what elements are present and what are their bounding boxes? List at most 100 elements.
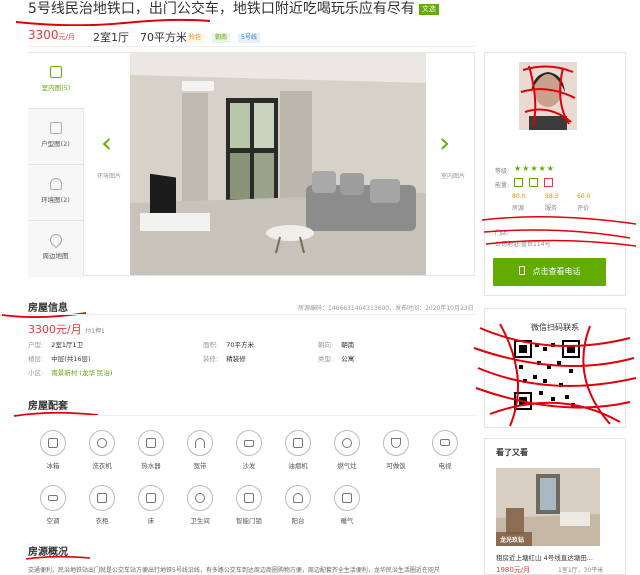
red-scribble-mark <box>481 216 637 247</box>
tv-icon <box>432 430 458 456</box>
show-phone-label: 点击查看电话 <box>532 267 581 276</box>
info-row: 类型: 公寓 <box>318 353 354 363</box>
stat-value: 98.3 <box>545 193 559 200</box>
facility-label: 床 <box>147 517 155 525</box>
tab-label: 户型图(2) <box>41 140 70 148</box>
tab-environment-photos[interactable]: 环境图(2) <box>28 165 84 221</box>
feature-tag: 5号线 <box>238 33 260 43</box>
badge-icon <box>514 178 523 187</box>
rent-price: 3300元/月 <box>28 28 75 42</box>
tab-label: 周边地图 <box>42 252 69 260</box>
radiator-icon <box>334 485 360 511</box>
wifi-icon <box>187 430 213 456</box>
community-row: 小区: 南景新村 (龙华 民治) <box>28 367 112 377</box>
facility-cooking: 可做饭 <box>378 430 414 470</box>
show-phone-button[interactable]: 点击查看电话 <box>493 258 606 286</box>
info-value: 中层(共16层) <box>51 355 91 363</box>
prev-photo-arrow-icon[interactable]: ‹ <box>101 126 112 159</box>
also-viewed-title: 看了又看 <box>496 448 528 457</box>
facility-balcony: 阳台 <box>280 485 316 525</box>
facility-label: 燃气灶 <box>337 462 357 470</box>
drops-icon <box>49 178 62 190</box>
facility-smart-lock: 智能门锁 <box>231 485 267 525</box>
plant-icon <box>285 485 311 511</box>
rent-price-unit: 元/月 <box>58 33 75 41</box>
main-room-photo[interactable] <box>130 53 426 275</box>
wardrobe-icon <box>89 485 115 511</box>
rent-price-value: 3300 <box>28 28 59 42</box>
tab-nearby-map[interactable]: 周边地图 <box>28 221 84 277</box>
facility-label: 冰箱 <box>46 462 60 470</box>
also-viewed-badge: 龙光玖钻 <box>500 537 525 544</box>
facility-label: 洗衣机 <box>92 462 112 470</box>
facility-tv: 电视 <box>427 430 463 470</box>
map-pin-icon <box>47 231 64 249</box>
info-row: 装修: 精装修 <box>203 353 246 363</box>
facility-washer: 洗衣机 <box>84 430 120 470</box>
badge-icon <box>529 178 538 187</box>
facility-wardrobe: 衣柜 <box>84 485 120 525</box>
info-row: 户型: 2室1厅1卫 <box>28 339 83 349</box>
stat-value: 60.0 <box>577 193 591 200</box>
feature-tag: 朝南 <box>212 33 231 43</box>
community-link[interactable]: 南景新村 <box>51 369 77 377</box>
facility-label: 阳台 <box>291 517 305 525</box>
info-row: 朝向: 朝南 <box>318 339 354 349</box>
next-photo-caption: 室内图片 <box>441 173 466 180</box>
red-scribble-mark <box>13 411 99 417</box>
tab-label: 室内图(5) <box>41 84 71 92</box>
facility-bed: 床 <box>133 485 169 525</box>
info-key: 朝向: <box>318 341 334 349</box>
also-viewed-link[interactable]: 租房近上塘红山 4号线直达塘田... <box>496 552 602 562</box>
info-key: 装修: <box>203 355 219 363</box>
community-area-link[interactable]: (龙华 民治) <box>79 369 112 377</box>
star-rating-icon: ★★★★★ <box>514 164 555 173</box>
facility-label: 沙发 <box>242 462 256 470</box>
fridge-icon <box>40 430 66 456</box>
bowl-icon <box>383 430 409 456</box>
range-hood-icon <box>285 430 311 456</box>
tab-indoor-photos[interactable]: 室内图(5) <box>28 53 84 109</box>
tab-floorplan-photos[interactable]: 户型图(2) <box>28 109 84 165</box>
air-conditioner-icon <box>40 485 66 511</box>
water-heater-icon <box>138 430 164 456</box>
info-price: 3300元/月 付1押1 <box>28 321 105 337</box>
floorplan-icon <box>49 122 62 134</box>
facility-label: 油烟机 <box>288 462 308 470</box>
phone-icon <box>518 266 525 275</box>
red-scribble-mark <box>473 323 637 427</box>
divider <box>28 314 475 315</box>
facility-broadband: 宽带 <box>182 430 218 470</box>
title-badge: 文选 <box>418 4 439 15</box>
tab-label: 环境图(2) <box>41 196 70 204</box>
overview-text: 交通便利，民治地铁站出门就是公交车站方便出行地铁5号线沿线，有多路公交车到达周边… <box>28 567 440 574</box>
rating-label: 等级: <box>495 168 510 175</box>
info-value: 70平方米 <box>226 341 254 349</box>
info-value: 精装修 <box>226 355 246 363</box>
facility-label: 电视 <box>438 462 452 470</box>
info-key: 面积: <box>203 341 219 349</box>
prev-photo-caption: 环境图片 <box>97 173 122 180</box>
facility-air-conditioner: 空调 <box>35 485 71 525</box>
facility-water-heater: 热水器 <box>133 430 169 470</box>
facility-label: 暖气 <box>340 517 354 525</box>
info-key: 户型: <box>28 341 44 349</box>
divider <box>28 415 475 416</box>
room-layout: 2室1厅 <box>93 31 129 44</box>
info-key: 小区: <box>28 369 44 377</box>
info-key: 类型: <box>318 355 334 363</box>
image-icon <box>50 66 62 78</box>
facility-sofa: 沙发 <box>231 430 267 470</box>
facility-bathroom: 卫生间 <box>182 485 218 525</box>
bed-icon <box>138 485 164 511</box>
facility-label: 宽带 <box>193 462 207 470</box>
lock-icon <box>236 485 262 511</box>
washer-icon <box>89 430 115 456</box>
ability-label: 能量: <box>495 182 510 189</box>
payment-terms: 付1押1 <box>85 328 105 335</box>
also-viewed-price: 1980元/月 <box>496 566 531 574</box>
badge-icon <box>544 178 553 187</box>
divider <box>28 46 475 47</box>
next-photo-arrow-icon[interactable]: › <box>439 126 450 159</box>
facility-label: 热水器 <box>141 462 161 470</box>
